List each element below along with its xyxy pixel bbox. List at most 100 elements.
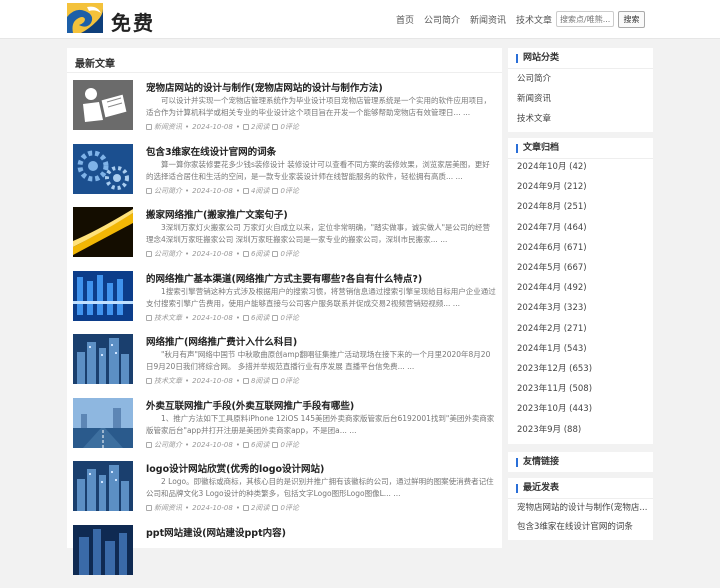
recent-post-link[interactable]: 宠物店网站的设计与制作(宠物店... (517, 501, 647, 513)
meta-separator: • (185, 377, 190, 385)
article-category-link[interactable]: 技术文章 (154, 376, 182, 386)
gears-icon[interactable] (73, 143, 133, 194)
article-title-link[interactable]: ppt网站建设(网站建设ppt内容) (146, 525, 496, 539)
category-link[interactable]: 公司简介 (517, 72, 647, 84)
article-summary: 1、推广方法如下工具原料iPhone 12iOS 145美团外卖商家版管家后台6… (146, 413, 495, 435)
nav-home[interactable]: 首页 (396, 13, 414, 26)
article-category-link[interactable]: 技术文章 (154, 313, 182, 323)
article-category-link[interactable]: 新闻资讯 (154, 503, 182, 513)
article-category-link[interactable]: 公司简介 (154, 440, 182, 450)
site-header: 免费 首页 公司简介 新闻资讯 技术文章 搜索 (0, 0, 720, 39)
section-title: 最新文章 (75, 59, 115, 70)
article-comments-link[interactable]: 0评论 (280, 313, 298, 323)
article-comments-link[interactable]: 0评论 (280, 376, 298, 386)
article-meta: 公司简介 • 2024-10-08 • 6阅读 0评论 (146, 440, 299, 450)
divider (508, 68, 653, 69)
article-title-link[interactable]: 网络推广(网络推广费计入什么科目) (146, 334, 496, 348)
search-input[interactable] (556, 11, 614, 27)
comment-icon (272, 314, 279, 321)
archive-link[interactable]: 2024年1月 (543) (517, 342, 647, 354)
archive-link[interactable]: 2023年11月 (508) (517, 382, 647, 394)
recent-post-link[interactable]: 包含3维家在线设计官网的词条 (517, 520, 647, 532)
article-date: 2024-10-08 (192, 504, 233, 512)
city-skyline-icon[interactable] (73, 334, 133, 384)
site-logo[interactable]: 免费 (67, 3, 157, 35)
article-item: logo设计网站欣赏(优秀的logo设计网站) 2 Logo。即徽标或商标，其核心… (67, 461, 502, 524)
eye-icon (242, 187, 249, 194)
article-category-link[interactable]: 公司简介 (154, 249, 182, 259)
meta-separator: • (235, 186, 240, 195)
article-summary: 算一算你家装修要花多少钱s装修设计 装修设计可以查看不同方案的装修效果，浏览家居… (146, 159, 490, 181)
archive-link[interactable]: 2024年2月 (271) (517, 322, 647, 334)
comment-icon (272, 378, 279, 384)
data-grid-icon[interactable] (73, 270, 133, 321)
article-category-link[interactable]: 新闻资讯 (154, 122, 182, 132)
divider (67, 72, 502, 73)
search-button[interactable]: 搜索 (618, 11, 645, 28)
comment-icon (272, 441, 279, 448)
category-icon (146, 251, 152, 257)
eye-icon (242, 124, 249, 130)
highway-icon[interactable] (73, 397, 133, 448)
article-comments-link[interactable]: 0评论 (280, 249, 298, 259)
article-date: 2024-10-08 (192, 250, 233, 258)
light-streak-icon[interactable] (73, 207, 133, 257)
meta-separator: • (185, 250, 190, 258)
article-summary (146, 540, 496, 564)
meta-separator: • (235, 123, 240, 131)
archive-link[interactable]: 2024年10月 (42) (517, 160, 647, 172)
article-item: 网络推广(网络推广费计入什么科目) "秋月有声"网络中国节 中秋歌曲原创amp翻唱… (67, 334, 502, 397)
comment-icon (272, 124, 279, 130)
article-meta: 技术文章 • 2024-10-08 • 6阅读 0评论 (146, 313, 299, 323)
city-night-icon[interactable] (73, 524, 133, 575)
archive-link[interactable]: 2024年8月 (251) (517, 200, 647, 212)
category-link[interactable]: 新闻资讯 (517, 92, 647, 104)
article-comments-link[interactable]: 0评论 (280, 122, 298, 132)
archive-link[interactable]: 2024年7月 (464) (517, 221, 647, 233)
article-title-link[interactable]: 外卖互联网推广手段(外卖互联网推广手段有哪些) (146, 398, 496, 412)
main-nav: 首页 公司简介 新闻资讯 技术文章 (396, 13, 562, 26)
eye-icon (242, 505, 249, 511)
archive-link[interactable]: 2024年5月 (667) (517, 261, 647, 273)
article-views: 6阅读 (250, 440, 270, 449)
nav-tech[interactable]: 技术文章 (516, 13, 552, 26)
meta-separator: • (185, 504, 190, 512)
article-summary: 可以设计并实现一个宠物店管理系统作为毕业设计项目宠物店管理系统是一个实用的软件应… (146, 96, 491, 117)
article-comments-link[interactable]: 0评论 (280, 503, 298, 513)
article-views: 2阅读 (250, 504, 270, 512)
archive-link[interactable]: 2024年9月 (212) (517, 180, 647, 192)
article-title-link[interactable]: 搬家网络推广(搬家推广文案句子) (146, 207, 496, 221)
archive-link[interactable]: 2024年3月 (323) (517, 301, 647, 313)
archive-link[interactable]: 2024年4月 (492) (517, 281, 647, 293)
category-icon (146, 187, 152, 194)
article-category-link[interactable]: 公司简介 (154, 186, 182, 196)
article-item: 搬家网络推广(搬家推广文案句子) 3深圳万家灯火搬家公司 万家灯火自成立以来，定位… (67, 207, 502, 270)
article-meta: 公司简介 • 2024-10-08 • 6阅读 0评论 (146, 249, 299, 259)
archive-link[interactable]: 2023年10月 (443) (517, 402, 647, 414)
article-date: 2024-10-08 (192, 313, 233, 322)
widget-title: 友情链接 (516, 458, 559, 467)
nav-about[interactable]: 公司简介 (424, 13, 460, 26)
city-skyline-icon[interactable] (73, 461, 133, 511)
category-link[interactable]: 技术文章 (517, 112, 647, 124)
article-summary: 3深圳万家灯火搬家公司 万家灯火自成立以来，定位非常明确，"踏实做事，诚实做人"… (146, 223, 491, 244)
meta-separator: • (235, 377, 240, 385)
article-list-panel: 最新文章 宠物店网站的设计与制作(宠物店网站的设计与制作方法) 可以设计并实现一个… (67, 48, 502, 575)
article-title-link[interactable]: 包含3维家在线设计官网的词条 (146, 144, 496, 158)
article-comments-link[interactable]: 0评论 (280, 440, 298, 450)
article-meta: 公司简介 • 2024-10-08 • 4阅读 0评论 (146, 186, 299, 196)
meta-separator: • (235, 250, 240, 258)
article-date: 2024-10-08 (192, 440, 233, 449)
reading-person-icon[interactable] (73, 80, 133, 130)
nav-news[interactable]: 新闻资讯 (470, 13, 506, 26)
archive-link[interactable]: 2023年9月 (88) (517, 423, 647, 435)
article-title-link[interactable]: logo设计网站欣赏(优秀的logo设计网站) (146, 461, 496, 475)
article-item: 的网络推广基本渠道(网络推广方式主要有哪些?各自有什么特点?) 1搜索引擎营销这种… (67, 270, 502, 334)
eye-icon (242, 378, 249, 384)
article-title-link[interactable]: 宠物店网站的设计与制作(宠物店网站的设计与制作方法) (146, 80, 496, 94)
article-comments-link[interactable]: 0评论 (280, 186, 298, 196)
article-title-link[interactable]: 的网络推广基本渠道(网络推广方式主要有哪些?各自有什么特点?) (146, 271, 496, 285)
archive-link[interactable]: 2024年6月 (671) (517, 241, 647, 253)
archive-link[interactable]: 2023年12月 (653) (517, 362, 647, 374)
category-icon (146, 124, 152, 130)
